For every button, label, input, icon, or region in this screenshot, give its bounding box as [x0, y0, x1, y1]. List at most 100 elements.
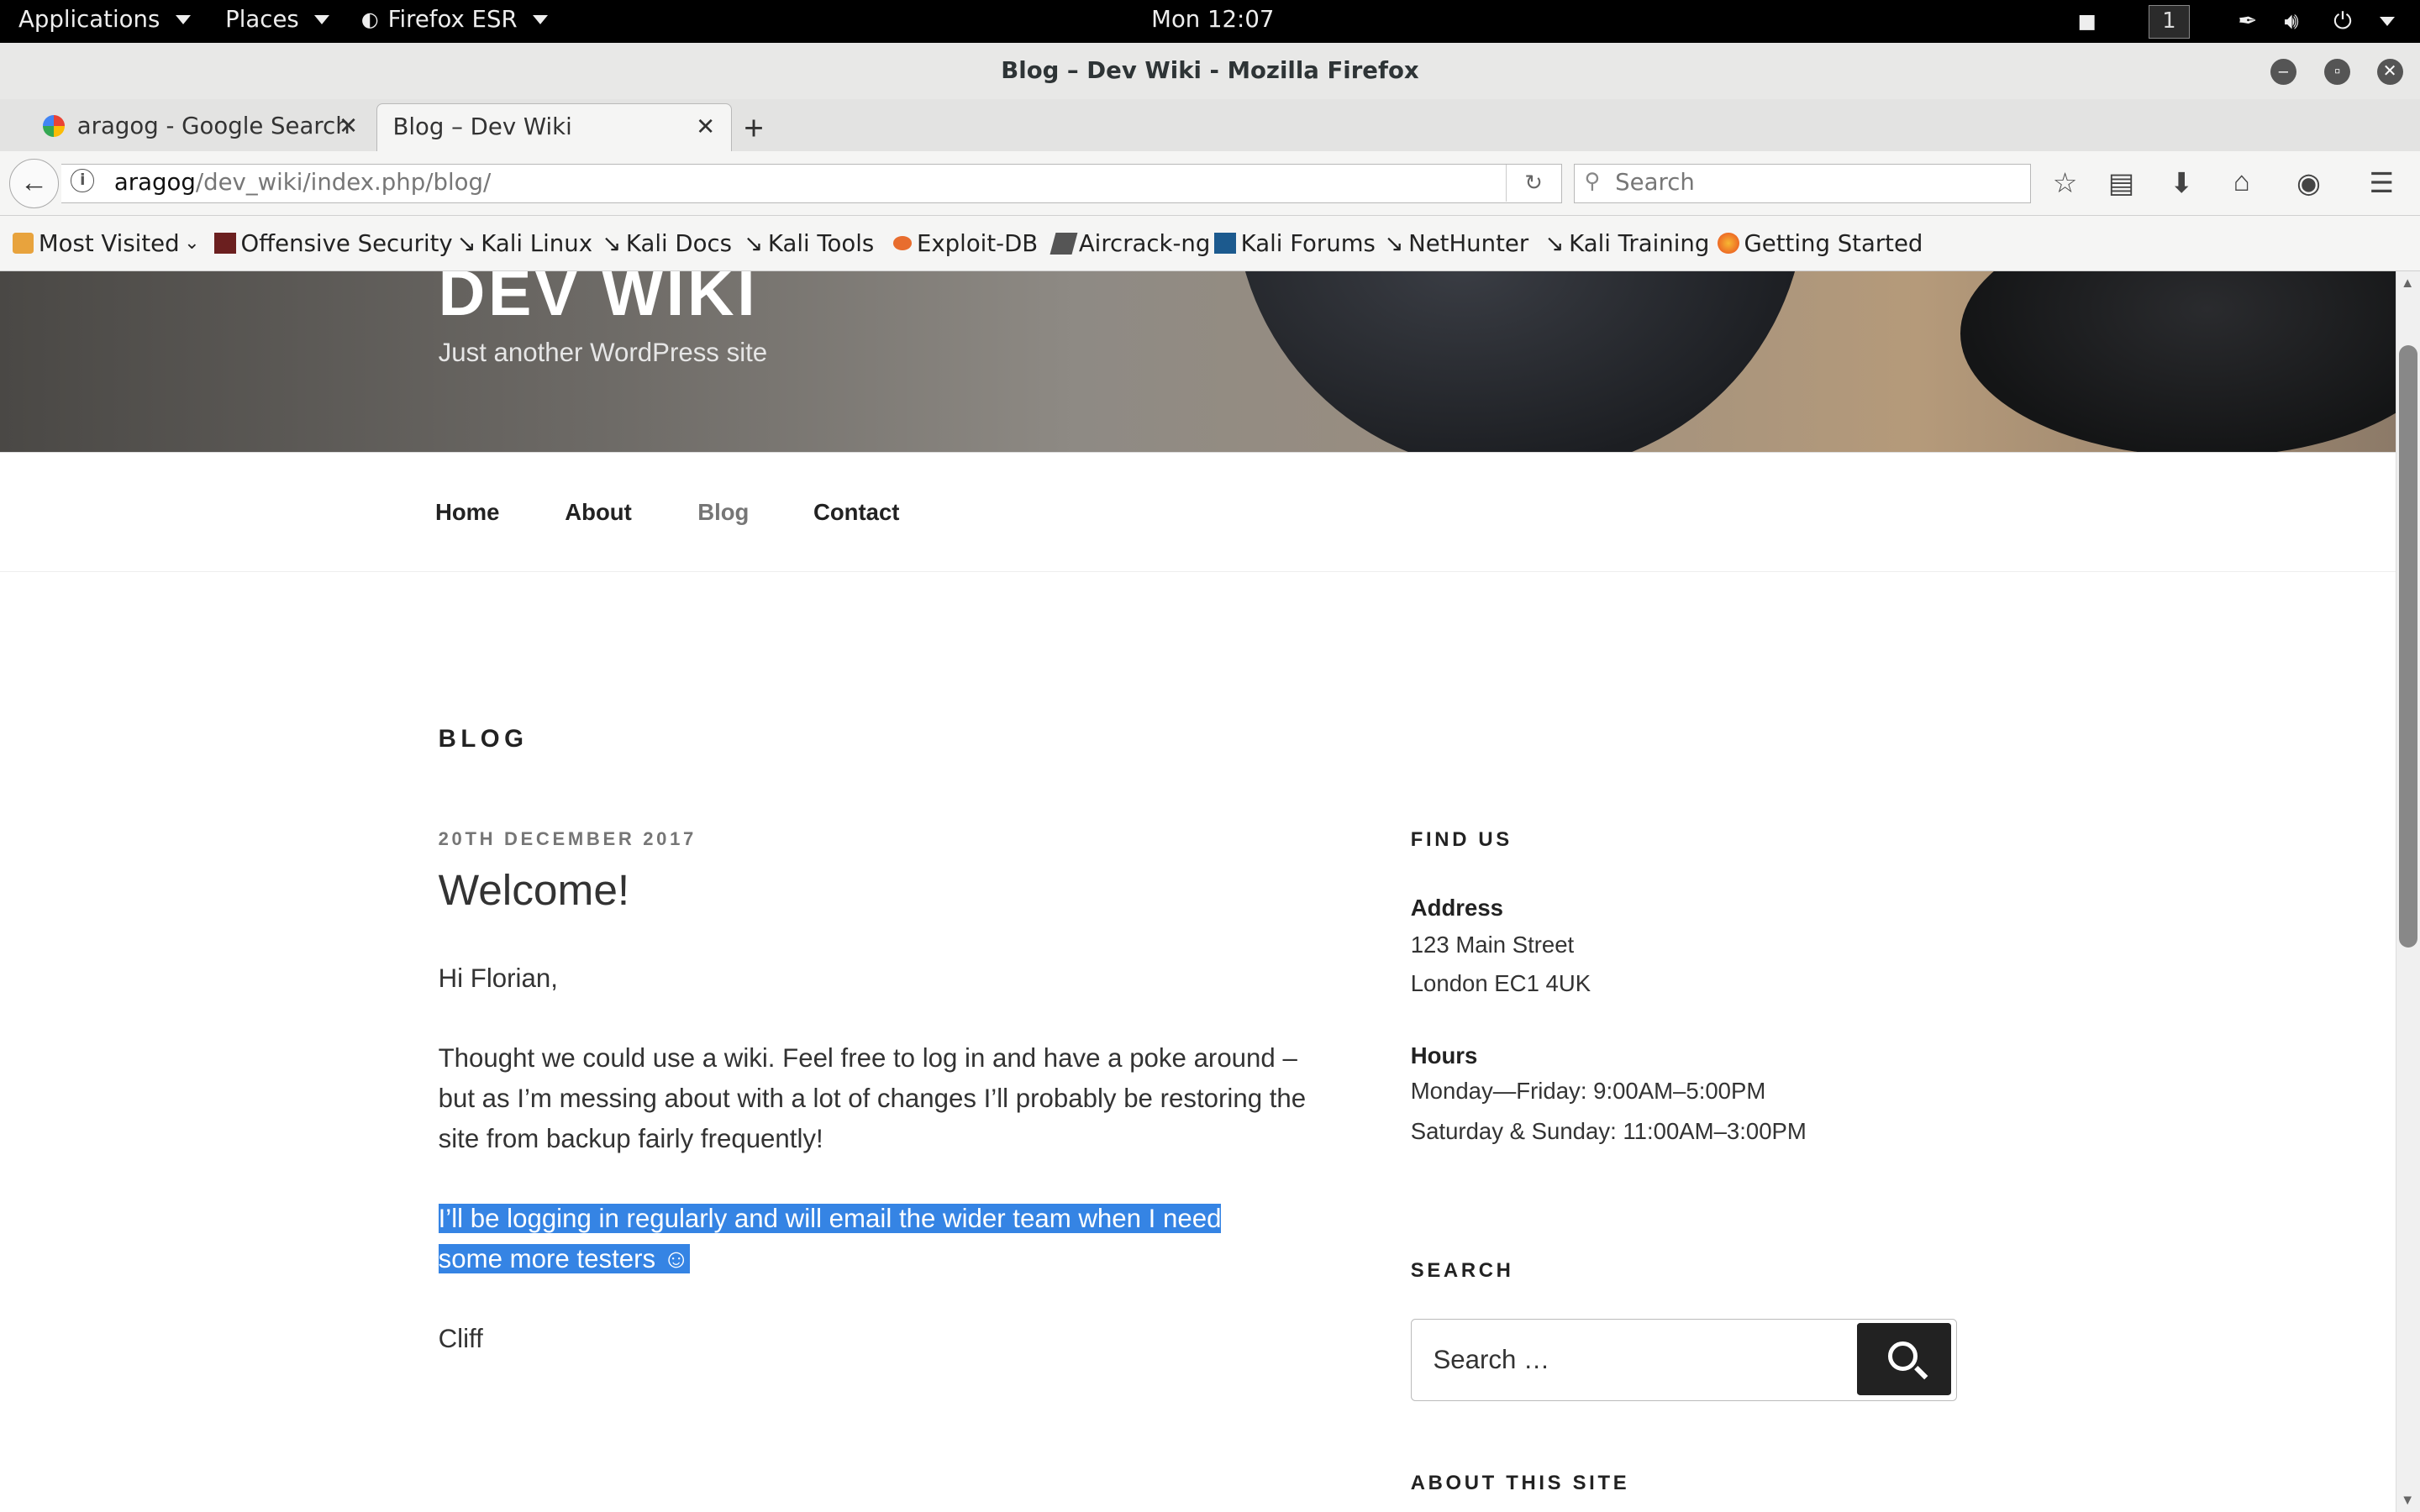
nav-item-blog[interactable]: Blog — [697, 499, 749, 526]
page-scrollbar[interactable]: ▲ ▼ — [2395, 271, 2420, 1512]
nav-item-contact[interactable]: Contact — [813, 499, 900, 526]
bookmark-label: NetHunter — [1408, 229, 1529, 257]
desktop-top-bar: Applications Places ◐ Firefox ESR Mon 12… — [0, 0, 2420, 44]
kali-icon: ↘ — [744, 229, 764, 257]
places-menu[interactable]: Places — [225, 6, 330, 34]
post-paragraph: Thought we could use a wiki. Feel free t… — [438, 1043, 1307, 1153]
bookmark-kali-tools[interactable]: ↘ Kali Tools — [744, 230, 874, 257]
post-title[interactable]: Welcome! — [439, 864, 630, 915]
folder-icon — [12, 232, 34, 255]
aircrack-icon — [1050, 232, 1077, 255]
workspace-indicator[interactable]: 1 — [2148, 4, 2191, 39]
firefox-icon — [1718, 232, 1739, 255]
bookmark-exploit-db[interactable]: Exploit-DB — [893, 230, 1038, 257]
url-host: aragog — [113, 169, 196, 197]
tab-google-search[interactable]: aragog - Google Search ✕ — [28, 103, 373, 151]
power-icon[interactable]: ⏻ — [2333, 8, 2352, 35]
selected-text: some more testers ☺ — [438, 1243, 690, 1273]
window-titlebar: Blog – Dev Wiki - Mozilla Firefox – ▫ ✕ — [0, 43, 2420, 99]
widget-heading-about: ABOUT THIS SITE — [1410, 1472, 1630, 1495]
bookmark-kali-docs[interactable]: ↘ Kali Docs — [602, 230, 732, 257]
firefox-icon: ◐ — [360, 8, 379, 32]
navigation-toolbar: ← i aragog/dev_wiki/index.php/blog/ ↻ ⚲ … — [0, 150, 2420, 217]
bookmark-star-icon[interactable]: ☆ — [2053, 166, 2078, 200]
bookmark-label: Kali Docs — [625, 229, 732, 257]
site-info-icon[interactable]: i — [71, 169, 95, 192]
url-path: /dev_wiki/index.php/blog/ — [195, 169, 492, 197]
bookmark-offensive-security[interactable]: Offensive Security — [214, 229, 453, 257]
post-date[interactable]: 20TH DECEMBER 2017 — [439, 828, 697, 850]
bookmark-nethunter[interactable]: ↘ NetHunter — [1385, 230, 1529, 257]
site-header-image: DEV WIKI Just another WordPress site — [0, 271, 2396, 453]
sidebar-search-form: Search … — [1410, 1319, 1957, 1401]
chevron-down-icon — [175, 14, 191, 24]
nav-item-home[interactable]: Home — [435, 499, 500, 526]
bookmarks-toolbar: Most Visited ⌄ Offensive Security ↘ Kali… — [0, 216, 2420, 272]
nav-item-about[interactable]: About — [565, 499, 632, 526]
address-line: 123 Main Street — [1410, 932, 1575, 958]
close-tab-icon[interactable]: ✕ — [696, 113, 715, 140]
firefox-app-menu[interactable]: ◐ Firefox ESR — [361, 6, 548, 33]
reload-icon[interactable]: ↻ — [1505, 164, 1561, 202]
close-window-button[interactable]: ✕ — [2376, 58, 2403, 85]
bookmark-label: Kali Forums — [1240, 229, 1376, 257]
clock[interactable]: Mon 12:07 — [1151, 6, 1274, 33]
scroll-up-icon[interactable]: ▲ — [2401, 275, 2414, 291]
sidebar-search-input[interactable]: Search … — [1433, 1345, 1549, 1375]
bookmark-label: Most Visited — [38, 229, 180, 257]
bookmark-most-visited[interactable]: Most Visited ⌄ — [12, 229, 200, 257]
tab-strip: aragog - Google Search ✕ Blog – Dev Wiki… — [0, 98, 2420, 151]
bookmark-getting-started[interactable]: Getting Started — [1718, 230, 1923, 257]
exploitdb-icon — [893, 236, 913, 250]
post-signoff: Cliff — [438, 1324, 483, 1354]
places-label: Places — [225, 6, 299, 34]
bookmark-kali-forums[interactable]: Kali Forums — [1214, 229, 1376, 257]
reading-list-icon[interactable]: ▤ — [2108, 166, 2134, 200]
bookmark-label: Kali Tools — [767, 229, 875, 257]
hours-line: Saturday & Sunday: 11:00AM–3:00PM — [1410, 1118, 1807, 1145]
url-text[interactable]: aragog/dev_wiki/index.php/blog/ — [114, 169, 491, 196]
scroll-down-icon[interactable]: ▼ — [2401, 1492, 2414, 1509]
search-bar[interactable]: ⚲ Search — [1574, 163, 2032, 204]
pocket-icon[interactable]: ◉ — [2296, 166, 2321, 200]
applications-label: Applications — [18, 6, 160, 34]
bookmark-label: Kali Linux — [481, 229, 592, 257]
site-title[interactable]: DEV WIKI — [439, 271, 759, 331]
search-placeholder: Search — [1615, 169, 1695, 197]
minimize-button[interactable]: – — [2270, 58, 2296, 85]
video-camera-icon[interactable]: ◼ — [2077, 8, 2096, 34]
hours-line: Monday—Friday: 9:00AM–5:00PM — [1410, 1078, 1766, 1105]
selected-text: I’ll be logging in regularly and will em… — [438, 1204, 1222, 1234]
offsec-icon — [214, 232, 236, 255]
url-bar[interactable]: i aragog/dev_wiki/index.php/blog/ ↻ — [61, 163, 1562, 204]
bookmark-kali-training[interactable]: ↘ Kali Training — [1545, 230, 1710, 257]
chevron-down-icon[interactable] — [2380, 17, 2396, 27]
kali-icon: ↘ — [1384, 229, 1404, 257]
bookmark-kali-linux[interactable]: ↘ Kali Linux — [457, 230, 592, 257]
site-description: Just another WordPress site — [438, 338, 768, 368]
back-button[interactable]: ← — [9, 159, 59, 208]
scrollbar-thumb[interactable] — [2399, 345, 2418, 948]
download-icon[interactable]: ⬇ — [2170, 166, 2193, 200]
address-line: London EC1 4UK — [1410, 969, 1591, 996]
hamburger-menu-icon[interactable]: ☰ — [2369, 166, 2394, 200]
maximize-button[interactable]: ▫ — [2324, 58, 2351, 85]
pen-icon[interactable]: ✒ — [2238, 8, 2257, 34]
bookmark-label: Offensive Security — [240, 229, 453, 257]
kali-icon: ↘ — [602, 229, 622, 257]
new-tab-button[interactable]: + — [744, 108, 764, 148]
home-icon[interactable]: ⌂ — [2233, 166, 2250, 198]
window-title: Blog – Dev Wiki - Mozilla Firefox — [1001, 56, 1419, 84]
bookmark-label: Getting Started — [1744, 229, 1923, 257]
chevron-down-icon: ⌄ — [184, 233, 200, 255]
bookmark-label: Kali Training — [1569, 229, 1710, 257]
close-tab-icon[interactable]: ✕ — [339, 113, 358, 139]
tab-dev-wiki[interactable]: Blog – Dev Wiki ✕ — [376, 103, 732, 151]
bookmark-aircrack-ng[interactable]: Aircrack-ng — [1050, 230, 1210, 257]
header-pot-image — [1960, 271, 2396, 453]
volume-icon[interactable]: 🔊︎ — [2284, 8, 2298, 35]
applications-menu[interactable]: Applications — [18, 6, 191, 33]
web-page: DEV WIKI Just another WordPress site Hom… — [0, 271, 2396, 1512]
tab-label: aragog - Google Search — [76, 113, 350, 140]
sidebar-search-button[interactable] — [1857, 1323, 1952, 1396]
